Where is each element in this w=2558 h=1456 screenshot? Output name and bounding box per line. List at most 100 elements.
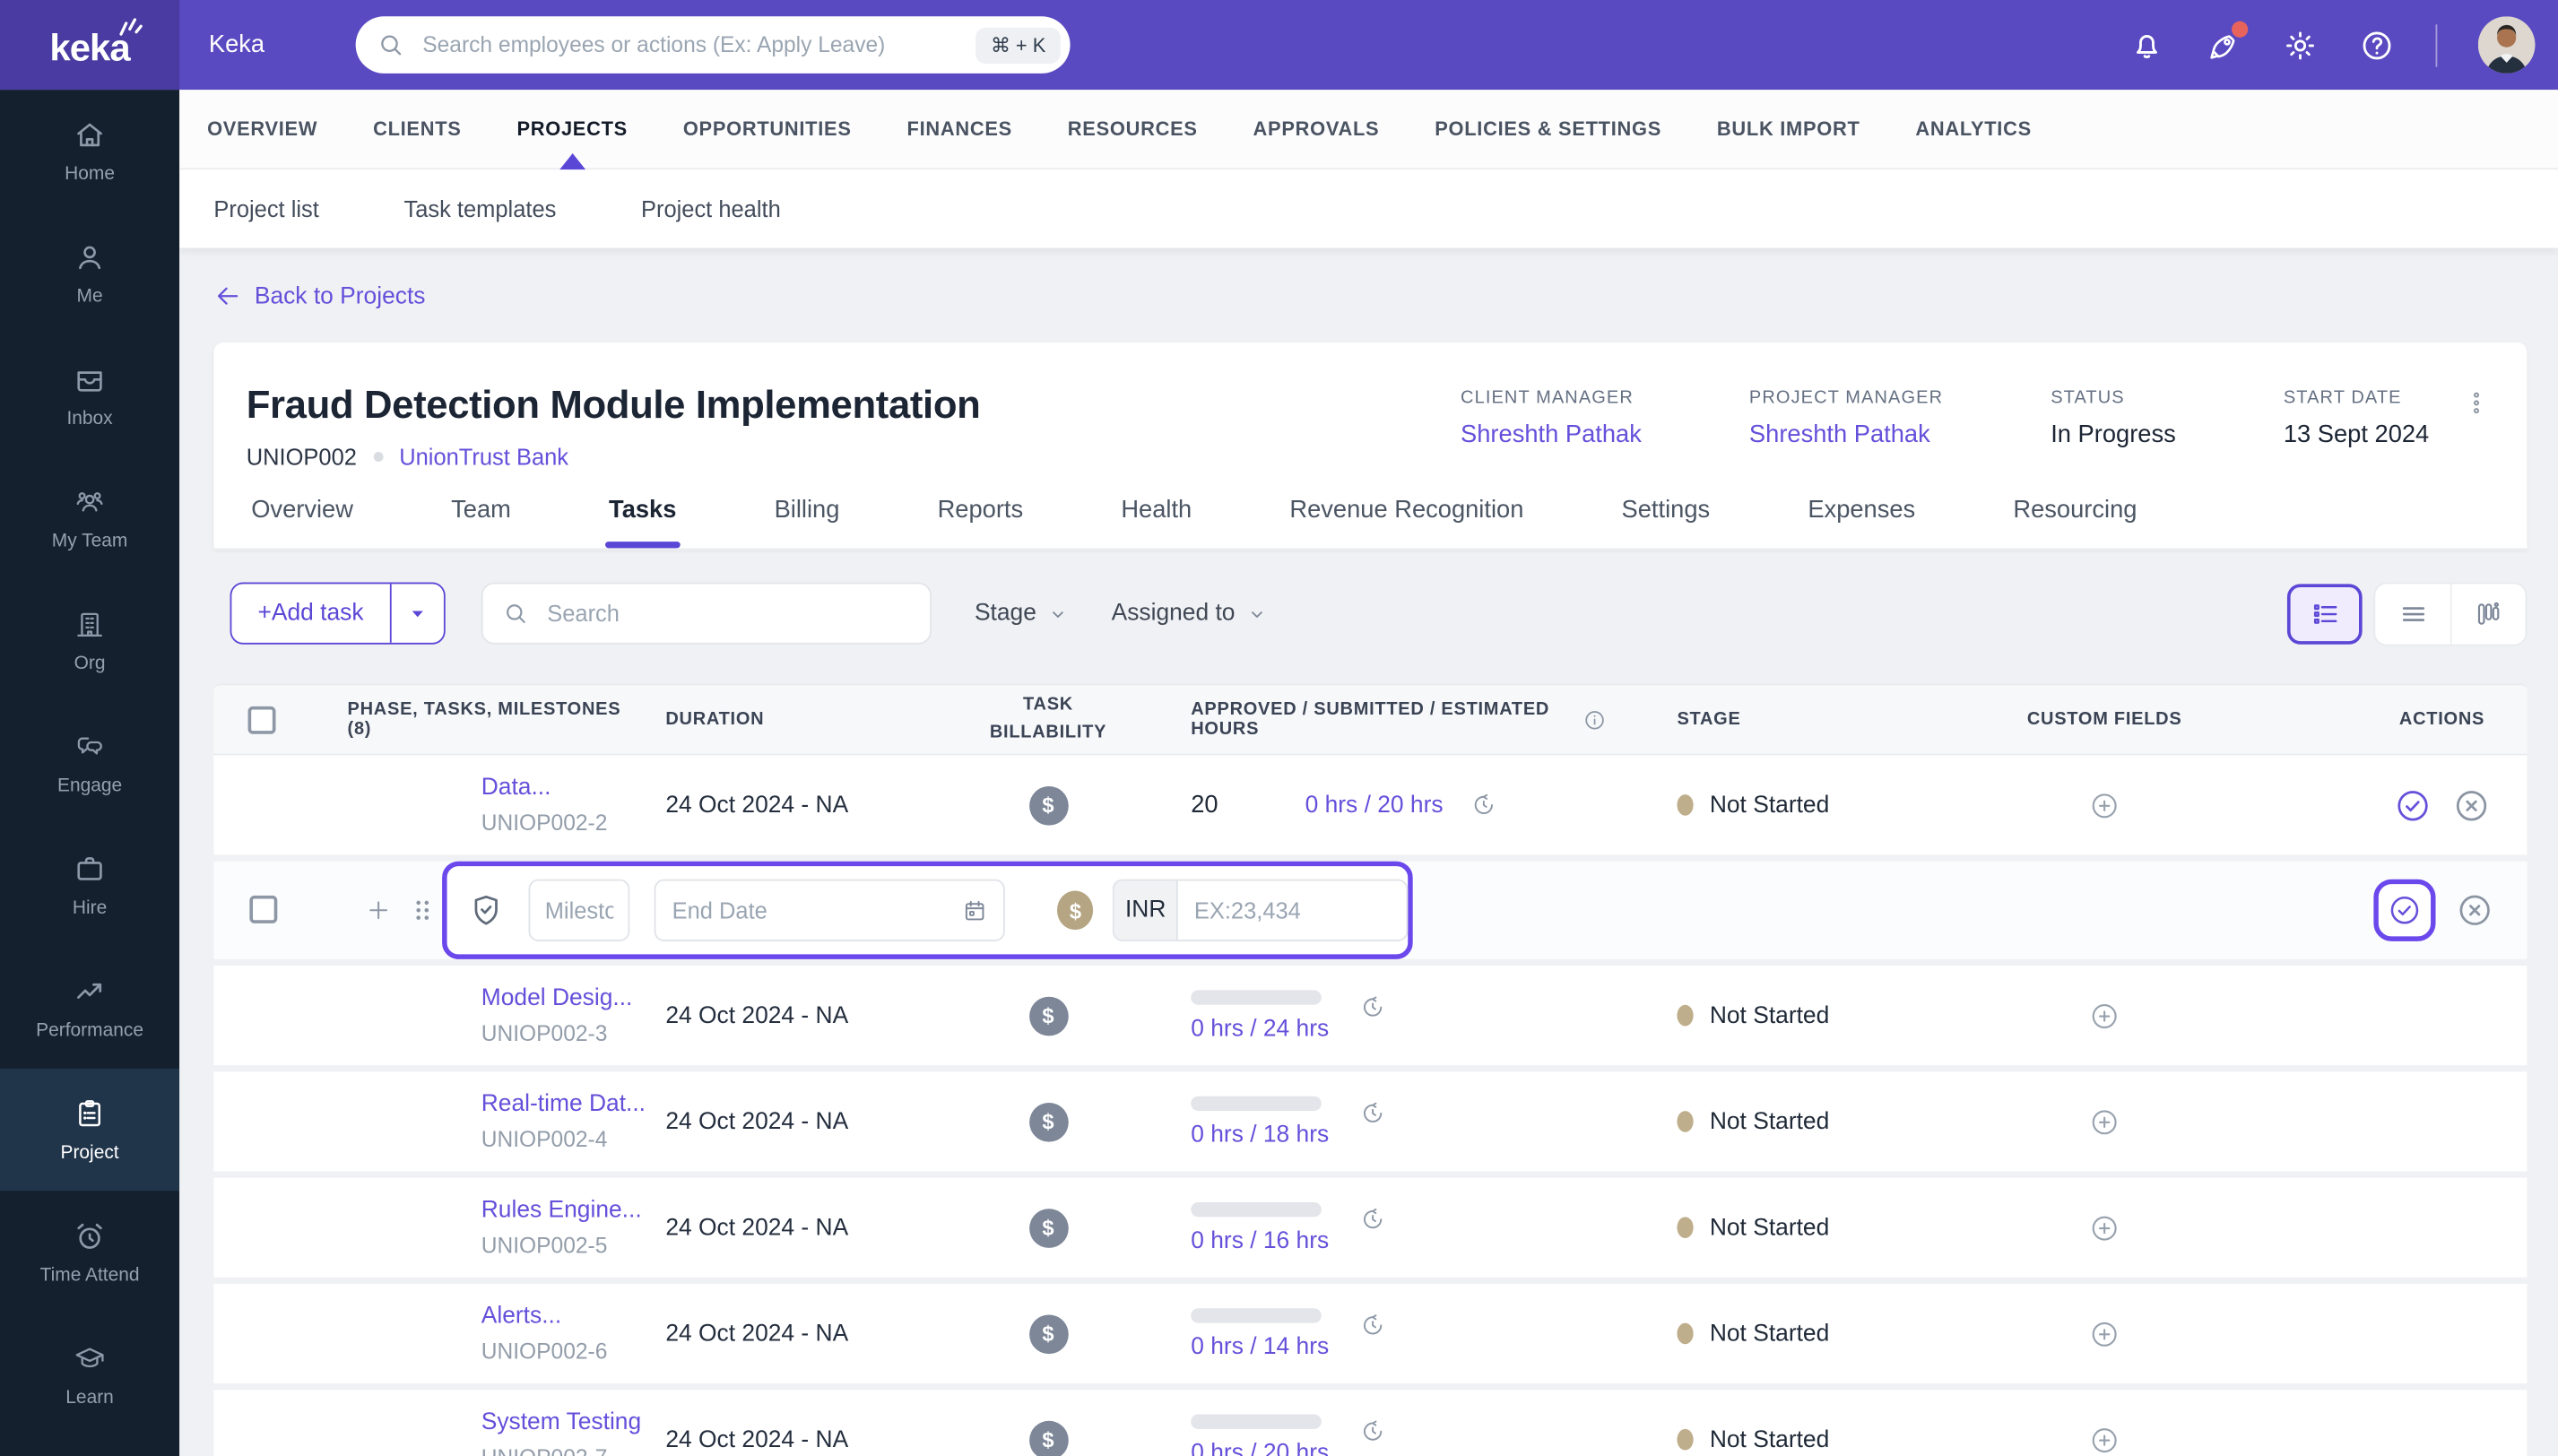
hours-history-icon[interactable] — [1358, 1098, 1386, 1126]
tab-billing[interactable]: Billing — [769, 490, 845, 549]
user-avatar[interactable] — [2477, 16, 2536, 74]
tab-revenue-recognition[interactable]: Revenue Recognition — [1285, 490, 1529, 549]
sidebar-item-learn[interactable]: Learn — [0, 1313, 179, 1435]
billable-dollar-icon[interactable]: $ — [1028, 1102, 1068, 1141]
nav-item-clients[interactable]: CLIENTS — [373, 90, 462, 168]
billable-dollar-icon[interactable]: $ — [1028, 785, 1068, 825]
filter-stage[interactable]: Stage — [975, 601, 1069, 627]
tab-tasks[interactable]: Tasks — [604, 490, 681, 549]
view-toggle-rows[interactable] — [2375, 583, 2450, 643]
nav-item-bulk-import[interactable]: BULK IMPORT — [1717, 90, 1860, 168]
task-stage-cell[interactable]: Not Started — [1607, 1215, 1933, 1241]
task-name-link[interactable]: Model Desig... — [481, 985, 637, 1011]
subnav-item-project-list[interactable]: Project list — [213, 195, 318, 221]
nav-item-projects[interactable]: PROJECTS — [516, 90, 628, 168]
sidebar-item-inbox[interactable]: Inbox — [0, 334, 179, 456]
hours-history-icon[interactable] — [1358, 1311, 1386, 1339]
task-name-link[interactable]: Data... — [481, 775, 637, 801]
cancel-task-button[interactable] — [2455, 890, 2494, 930]
billable-dollar-icon[interactable]: $ — [1028, 1208, 1068, 1248]
tab-overview[interactable]: Overview — [247, 490, 359, 549]
nav-item-policies-settings[interactable]: POLICIES & SETTINGS — [1435, 90, 1661, 168]
hours-history-icon[interactable] — [1358, 992, 1386, 1020]
nav-item-resources[interactable]: RESOURCES — [1068, 90, 1198, 168]
milestone-type-shield-icon[interactable] — [466, 890, 506, 930]
sidebar-item-project[interactable]: Project — [0, 1068, 180, 1192]
sidebar-item-hire[interactable]: Hire — [0, 824, 179, 946]
global-search[interactable]: ⌘ + K — [355, 16, 1071, 74]
hours-history-icon[interactable] — [1470, 791, 1497, 819]
billable-dollar-icon[interactable]: $ — [1028, 1419, 1068, 1456]
task-search-input[interactable] — [543, 598, 911, 628]
hours-link[interactable]: 0 hrs / 14 hrs — [1191, 1333, 1329, 1359]
billable-dollar-icon[interactable]: $ — [1028, 1313, 1068, 1354]
sidebar-item-org[interactable]: Org — [0, 579, 179, 701]
milestone-name-input[interactable] — [528, 879, 630, 941]
add-custom-field-icon[interactable] — [2088, 1211, 2120, 1244]
drag-handle-icon[interactable] — [406, 894, 438, 926]
add-custom-field-icon[interactable] — [2088, 1317, 2120, 1349]
hours-history-icon[interactable] — [1358, 1205, 1386, 1233]
task-stage-cell[interactable]: Not Started — [1607, 1321, 1933, 1347]
billability-toggle-icon[interactable]: $ — [1057, 890, 1094, 931]
sidebar-item-home[interactable]: Home — [0, 90, 179, 212]
currency-selector[interactable]: INR — [1114, 880, 1178, 940]
edit-row-checkbox[interactable] — [249, 895, 278, 923]
tab-settings[interactable]: Settings — [1617, 490, 1715, 549]
tab-expenses[interactable]: Expenses — [1803, 490, 1921, 549]
hours-link[interactable]: 0 hrs / 24 hrs — [1191, 1016, 1329, 1042]
task-name-link[interactable]: Alerts... — [481, 1304, 637, 1330]
task-stage-cell[interactable]: Not Started — [1607, 1426, 1933, 1452]
tab-health[interactable]: Health — [1116, 490, 1197, 549]
sidebar-item-me[interactable]: Me — [0, 212, 179, 334]
add-custom-field-icon[interactable] — [2088, 999, 2120, 1031]
reject-task-button[interactable] — [2452, 785, 2492, 825]
back-to-projects-link[interactable]: Back to Projects — [213, 282, 425, 310]
hours-link[interactable]: 0 hrs / 18 hrs — [1191, 1122, 1329, 1148]
client-link[interactable]: UnionTrust Bank — [399, 444, 568, 470]
task-name-link[interactable]: System Testing — [481, 1409, 641, 1435]
add-custom-field-icon[interactable] — [2088, 1424, 2120, 1456]
sidebar-item-time-attend[interactable]: Time Attend — [0, 1191, 179, 1313]
keka-logo[interactable]: keka — [0, 0, 180, 91]
end-date-input[interactable] — [655, 897, 961, 923]
whats-new-rocket-icon[interactable] — [2206, 20, 2249, 63]
hours-link[interactable]: 0 hrs / 16 hrs — [1191, 1227, 1329, 1253]
billable-dollar-icon[interactable]: $ — [1028, 995, 1068, 1036]
sidebar-item-engage[interactable]: Engage — [0, 701, 179, 823]
sidebar-item-performance[interactable]: Performance — [0, 946, 179, 1068]
subnav-item-project-health[interactable]: Project health — [641, 195, 781, 221]
global-search-input[interactable] — [419, 30, 976, 59]
task-stage-cell[interactable]: Not Started — [1607, 792, 1933, 818]
tab-resourcing[interactable]: Resourcing — [2008, 490, 2142, 549]
nav-item-approvals[interactable]: APPROVALS — [1253, 90, 1380, 168]
task-stage-cell[interactable]: Not Started — [1607, 1108, 1933, 1134]
select-all-checkbox[interactable] — [247, 705, 276, 733]
task-search[interactable] — [481, 582, 932, 645]
task-stage-cell[interactable]: Not Started — [1607, 1002, 1933, 1028]
tab-reports[interactable]: Reports — [932, 490, 1028, 549]
task-name-link[interactable]: Real-time Dat... — [481, 1091, 646, 1117]
hours-link[interactable]: 0 hrs / 20 hrs — [1305, 792, 1444, 818]
filter-assigned-to[interactable]: Assigned to — [1112, 601, 1268, 627]
notifications-bell-icon[interactable] — [2129, 27, 2164, 63]
nav-item-analytics[interactable]: ANALYTICS — [1915, 90, 2031, 168]
info-icon[interactable] — [1582, 707, 1607, 732]
task-name-link[interactable]: Rules Engine... — [481, 1198, 642, 1224]
help-icon[interactable] — [2359, 27, 2395, 63]
hours-link[interactable]: 0 hrs / 20 hrs — [1191, 1440, 1329, 1456]
nav-item-finances[interactable]: FINANCES — [906, 90, 1011, 168]
project-menu-button[interactable] — [2462, 385, 2492, 420]
subnav-item-task-templates[interactable]: Task templates — [403, 195, 556, 221]
add-task-dropdown-button[interactable] — [392, 584, 444, 643]
add-subtask-icon[interactable] — [364, 896, 394, 925]
nav-item-overview[interactable]: OVERVIEW — [207, 90, 317, 168]
amount-input[interactable] — [1177, 880, 1407, 940]
settings-gear-icon[interactable] — [2282, 27, 2318, 63]
save-task-button[interactable] — [2373, 879, 2436, 941]
sidebar-item-my-team[interactable]: My Team — [0, 456, 179, 578]
calendar-icon[interactable] — [961, 897, 989, 924]
view-toggle-list[interactable] — [2286, 583, 2363, 644]
tab-team[interactable]: Team — [447, 490, 516, 549]
add-task-button[interactable]: +Add task — [231, 584, 389, 643]
